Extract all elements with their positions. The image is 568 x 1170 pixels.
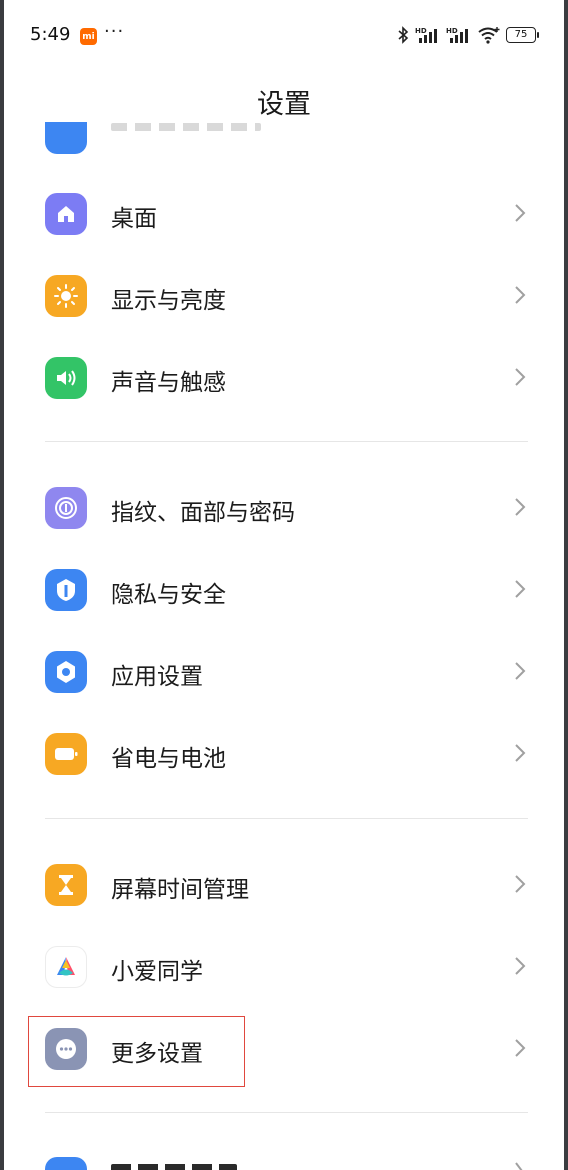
mi-notification-icon: mi: [80, 28, 97, 45]
settings-item-label: 省电与电池: [111, 746, 226, 772]
phone-screen: 5:49 mi ··· HD HD 75 设置 桌面 显示与亮度 声音与触感 指…: [4, 0, 564, 1170]
settings-item-sound[interactable]: 声音与触感: [4, 336, 564, 418]
partial-setting-label: [111, 1164, 237, 1170]
sun-icon: [45, 275, 87, 317]
settings-item-label: 桌面: [111, 206, 157, 232]
status-bar: 5:49 mi ··· HD HD 75: [4, 10, 564, 62]
settings-item-label: 小爱同学: [111, 959, 203, 985]
battery-icon: 75: [506, 27, 539, 43]
svg-text:HD: HD: [415, 27, 427, 35]
gear-icon: [45, 651, 87, 693]
settings-item-privacy[interactable]: 隐私与安全: [4, 548, 564, 630]
hd-signal-icon: HD: [415, 27, 437, 43]
partial-setting-icon: [45, 122, 87, 154]
status-time: 5:49: [30, 24, 71, 45]
chevron-right-icon: [515, 498, 526, 516]
chevron-right-icon: [515, 580, 526, 598]
settings-item-xiaoai[interactable]: 小爱同学: [4, 925, 564, 1007]
partial-setting-label: [111, 123, 261, 131]
home-icon: [45, 193, 87, 235]
settings-item-label: 屏幕时间管理: [111, 877, 249, 903]
settings-item-label: 声音与触感: [111, 370, 226, 396]
partial-setting-icon: [45, 1157, 87, 1170]
chevron-right-icon: [515, 204, 526, 222]
settings-item-desktop[interactable]: 桌面: [4, 172, 564, 254]
group-divider: [45, 818, 528, 819]
settings-item-label: 应用设置: [111, 664, 203, 690]
wifi-icon: [478, 27, 500, 44]
settings-item-battery[interactable]: 省电与电池: [4, 712, 564, 794]
bluetooth-icon: [398, 26, 409, 44]
chevron-right-icon: [515, 662, 526, 680]
page-title: 设置: [257, 89, 311, 120]
shield-icon: [45, 569, 87, 611]
chevron-right-icon: [515, 1162, 523, 1170]
more-notifications-icon: ···: [104, 21, 125, 42]
svg-text:HD: HD: [446, 27, 458, 35]
settings-item-fingerprint[interactable]: 指纹、面部与密码: [4, 466, 564, 548]
settings-item-label: 显示与亮度: [111, 288, 226, 314]
chevron-right-icon: [515, 875, 526, 893]
settings-item-screen-time[interactable]: 屏幕时间管理: [4, 843, 564, 925]
status-icons: HD HD 75: [396, 26, 539, 44]
speaker-icon: [45, 357, 87, 399]
fingerprint-icon: [45, 487, 87, 529]
chevron-right-icon: [515, 957, 526, 975]
chevron-right-icon: [515, 368, 526, 386]
chevron-right-icon: [515, 744, 526, 762]
settings-item-apps[interactable]: 应用设置: [4, 630, 564, 712]
battery-icon: [45, 733, 87, 775]
settings-item-display[interactable]: 显示与亮度: [4, 254, 564, 336]
settings-item-label: 隐私与安全: [111, 582, 226, 608]
chevron-right-icon: [515, 1039, 526, 1057]
xiaoai-icon: [45, 946, 87, 988]
highlight-box: [28, 1016, 245, 1087]
chevron-right-icon: [515, 286, 526, 304]
group-divider: [45, 441, 528, 442]
hourglass-icon: [45, 864, 87, 906]
hd-signal-icon: HD: [446, 27, 468, 43]
group-divider: [45, 1112, 528, 1113]
settings-item-label: 指纹、面部与密码: [111, 500, 295, 526]
